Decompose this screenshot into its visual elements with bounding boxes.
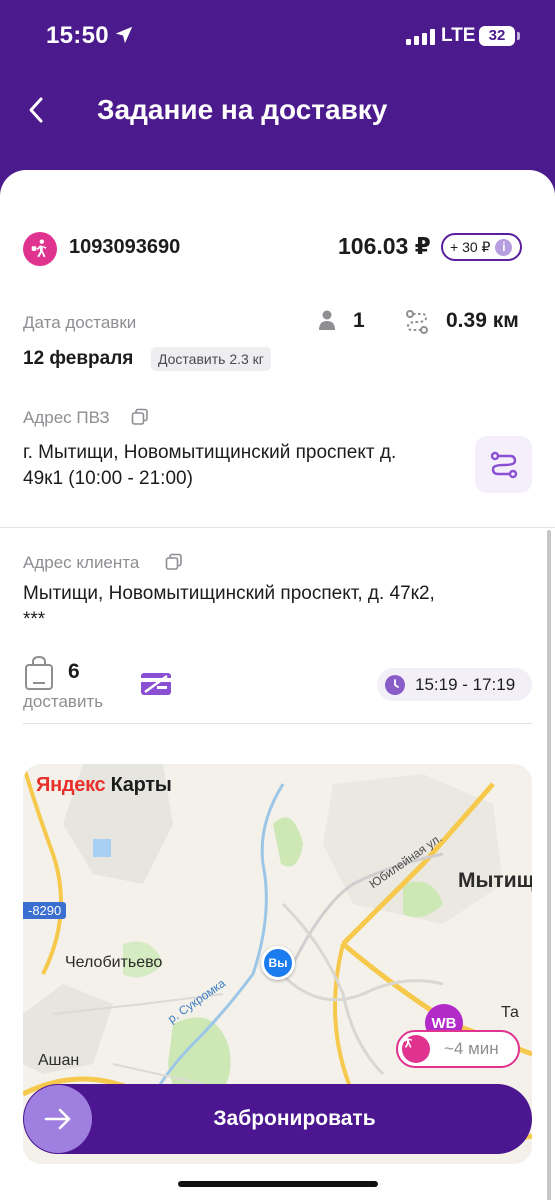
pickup-address: г. Мытищи, Новомытищинский проспект д. 4… xyxy=(23,440,396,492)
route-button[interactable] xyxy=(475,436,532,493)
items-count: 6 xyxy=(68,660,80,683)
home-indicator xyxy=(178,1181,378,1187)
network-type: LTE xyxy=(441,25,476,46)
pickup-address-line1: г. Мытищи, Новомытищинский проспект д. xyxy=(23,442,397,463)
eta-badge: ~4 мин xyxy=(396,1030,520,1068)
signal-icon xyxy=(406,29,435,45)
clock-icon xyxy=(385,674,405,695)
book-button[interactable]: Забронировать xyxy=(23,1084,532,1154)
items-caption: доставить xyxy=(23,692,104,711)
persons-count: 1 xyxy=(353,309,365,332)
bonus-badge[interactable]: + 30 ₽ i xyxy=(441,233,522,261)
time-window-badge: 15:19 - 17:19 xyxy=(377,668,532,701)
bonus-amount: + 30 ₽ xyxy=(450,238,491,255)
route-distance-icon xyxy=(406,310,428,334)
person-icon xyxy=(319,310,335,330)
content-sheet: 1093093690 106.03 ₽ + 30 ₽ i Дата достав… xyxy=(0,170,555,1200)
info-icon: i xyxy=(495,238,513,256)
delivery-date-label: Дата доставки xyxy=(23,313,137,332)
delivery-date-value: 12 февраля xyxy=(23,348,134,369)
client-address: Мытищи, Новомытищинский проспект, д. 47к… xyxy=(23,581,435,633)
copy-icon[interactable] xyxy=(165,553,183,571)
map-place-ashan: Ашан xyxy=(38,1052,80,1069)
route-icon xyxy=(490,451,517,478)
back-button[interactable] xyxy=(18,92,54,128)
client-address-line2: *** xyxy=(23,609,46,630)
battery-icon: 32 xyxy=(479,26,515,46)
status-bar: 15:50 LTE 32 xyxy=(0,0,555,72)
pickup-address-line2: 49к1 (10:00 - 21:00) xyxy=(23,468,193,489)
no-card-payment-icon xyxy=(141,673,171,695)
page-title: Задание на доставку xyxy=(97,94,388,125)
status-time: 15:50 xyxy=(46,22,109,49)
section-divider xyxy=(0,527,555,528)
header: Задание на доставку xyxy=(0,72,555,172)
courier-icon xyxy=(23,232,57,266)
time-window: 15:19 - 17:19 xyxy=(415,674,516,694)
courier-icon xyxy=(402,1033,430,1063)
map-place-ta: Та xyxy=(501,1004,519,1021)
order-price: 106.03 ₽ xyxy=(338,233,431,259)
route-distance: 0.39 км xyxy=(446,309,519,332)
location-arrow-icon xyxy=(115,26,133,44)
chevron-left-icon xyxy=(29,97,43,123)
pickup-address-label: Адрес ПВЗ xyxy=(23,408,110,427)
copy-icon[interactable] xyxy=(131,408,149,426)
eta-text: ~4 мин xyxy=(444,1039,499,1058)
book-button-label: Забронировать xyxy=(213,1107,376,1130)
section-divider xyxy=(23,723,532,724)
road-number: -8290 xyxy=(23,902,67,919)
client-address-line1: Мытищи, Новомытищинский проспект, д. 47к… xyxy=(23,583,435,604)
order-id: 1093093690 xyxy=(69,236,181,258)
map-place-chelobitevo: Челобитьево xyxy=(65,954,163,971)
map-provider-logo: Яндекс Карты xyxy=(36,774,172,796)
current-location-marker[interactable]: Вы xyxy=(261,946,295,980)
client-address-label: Адрес клиента xyxy=(23,553,140,572)
bag-icon xyxy=(25,655,53,690)
battery-nub xyxy=(517,32,520,40)
weight-badge: Доставить 2.3 кг xyxy=(151,347,271,371)
map-place-mytishchi: Мытищ xyxy=(458,869,532,892)
scrollbar[interactable] xyxy=(547,530,551,1200)
